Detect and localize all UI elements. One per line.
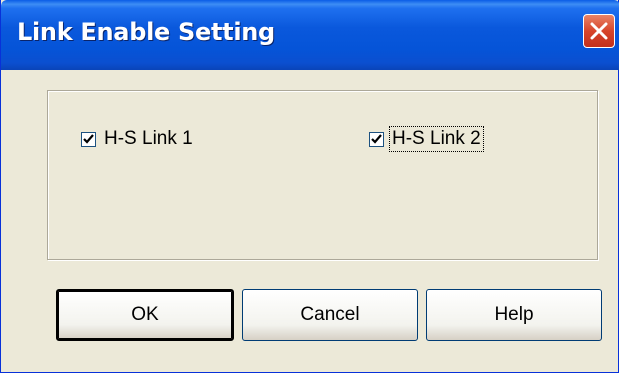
title-bar[interactable]: Link Enable Setting — [1, 0, 619, 70]
checkbox-box[interactable] — [369, 131, 384, 147]
cancel-button[interactable]: Cancel — [242, 289, 418, 341]
checkbox-label: H-S Link 2 — [389, 126, 484, 152]
close-icon — [590, 22, 608, 40]
link-group-box: H-S Link 1 H-S Link 2 — [47, 90, 598, 260]
ok-button[interactable]: OK — [56, 289, 234, 341]
checkbox-hs-link-2[interactable]: H-S Link 2 — [369, 126, 484, 152]
checkbox-label: H-S Link 1 — [104, 128, 193, 149]
checkbox-hs-link-1[interactable]: H-S Link 1 — [81, 127, 195, 151]
checkmark-icon — [83, 133, 94, 144]
checkbox-box[interactable] — [81, 131, 96, 147]
window-title: Link Enable Setting — [17, 18, 275, 46]
dialog-window: Link Enable Setting H-S Link 1 H-S Link … — [0, 0, 619, 373]
help-button[interactable]: Help — [426, 289, 602, 341]
close-button[interactable] — [583, 14, 615, 48]
checkmark-icon — [371, 133, 382, 144]
